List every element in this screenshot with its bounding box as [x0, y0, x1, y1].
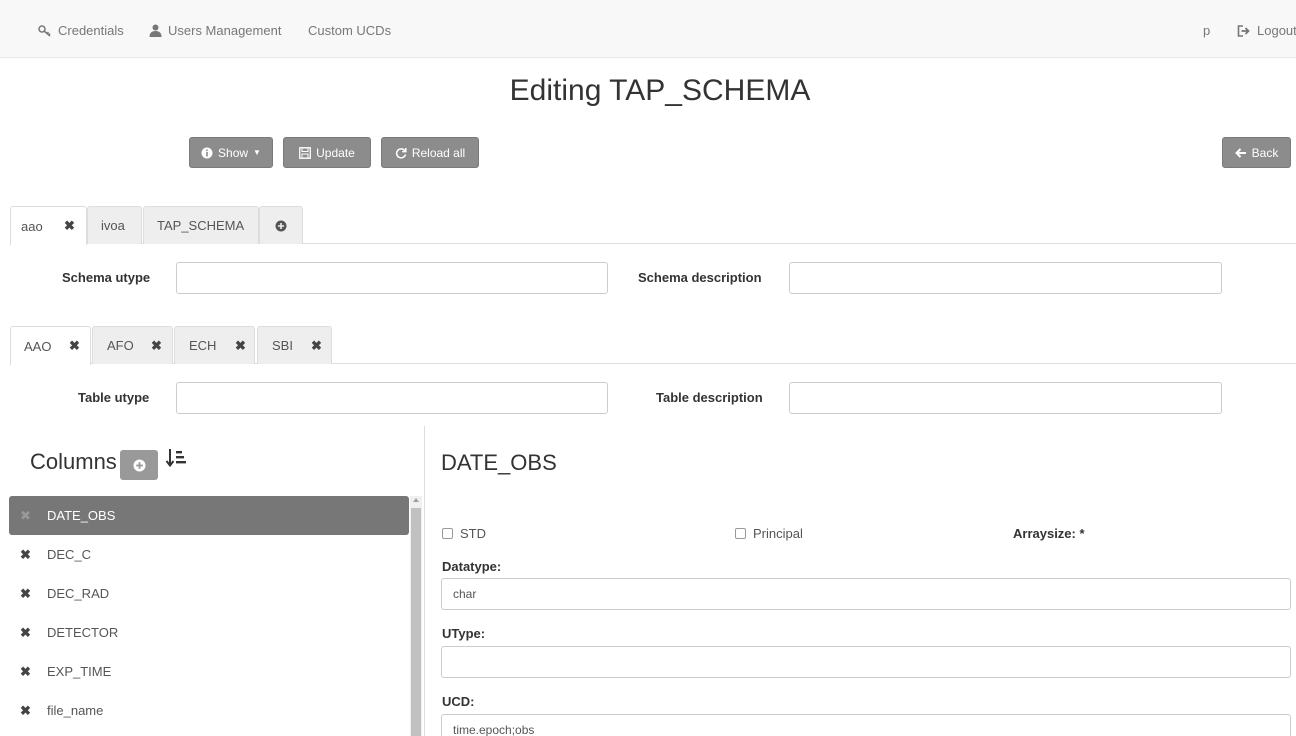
column-name: DEC_RAD — [47, 586, 110, 601]
scrollbar-thumb[interactable] — [411, 508, 421, 736]
panel-divider — [424, 426, 425, 736]
close-icon[interactable]: ✖ — [235, 338, 246, 354]
reload-all-button[interactable]: Reload all — [381, 137, 479, 168]
remove-icon[interactable]: ✖ — [20, 703, 31, 719]
column-name: DEC_C — [47, 547, 92, 562]
schema-description-label: Schema description — [638, 270, 762, 285]
list-item[interactable]: ✖ DEC_RAD — [9, 574, 409, 613]
close-icon[interactable]: ✖ — [311, 338, 322, 354]
tab-label: SBI — [272, 338, 293, 353]
table-description-input[interactable] — [789, 382, 1222, 414]
tab-label: TAP_SCHEMA — [157, 218, 245, 233]
logout-icon — [1237, 24, 1250, 37]
key-icon — [38, 24, 51, 37]
page-title: Editing TAP_SCHEMA — [509, 74, 811, 107]
column-name: DATE_OBS — [47, 508, 116, 523]
tab-table-afo[interactable]: AFO ✖ — [92, 326, 173, 364]
update-button[interactable]: Update — [283, 137, 371, 168]
nav-logout[interactable]: Logout — [1237, 23, 1296, 38]
schema-tabs: aao ✖ ivoa TAP_SCHEMA — [10, 206, 1296, 245]
checkbox-box[interactable] — [735, 528, 746, 539]
add-column-button[interactable] — [120, 450, 158, 480]
column-name: EXP_TIME — [47, 664, 112, 679]
schema-utype-input[interactable] — [176, 262, 608, 294]
reload-all-label: Reload all — [411, 145, 466, 160]
update-button-label: Update — [316, 145, 355, 160]
tab-label: ivoa — [101, 218, 125, 233]
nav-users-label: Users Management — [168, 23, 282, 38]
close-icon[interactable]: ✖ — [64, 218, 75, 234]
nav-credentials-label: Credentials — [58, 23, 124, 38]
datatype-input[interactable]: char — [441, 578, 1291, 610]
schema-utype-label: Schema utype — [62, 270, 151, 285]
tab-table-aao[interactable]: AAO ✖ — [10, 326, 91, 365]
logout-label: Logout — [1257, 23, 1296, 38]
remove-icon[interactable]: ✖ — [20, 586, 31, 602]
scroll-up-icon[interactable] — [413, 498, 419, 502]
show-button-label: Show — [218, 145, 249, 160]
plus-circle-icon — [133, 459, 145, 471]
close-icon[interactable]: ✖ — [69, 338, 80, 354]
nav-users-management[interactable]: Users Management — [149, 23, 281, 38]
add-schema-tab[interactable] — [259, 206, 303, 244]
sort-icon[interactable] — [165, 447, 187, 469]
utype-label: UType: — [442, 626, 486, 641]
plus-circle-icon — [275, 220, 287, 231]
nav-credentials[interactable]: Credentials — [38, 23, 124, 38]
tab-table-sbi[interactable]: SBI ✖ — [257, 326, 332, 364]
columns-heading: Columns — [30, 449, 117, 474]
tab-schema-tap-schema[interactable]: TAP_SCHEMA — [143, 206, 259, 244]
remove-icon[interactable]: ✖ — [20, 625, 31, 641]
ucd-input[interactable]: time.epoch;obs — [441, 714, 1291, 736]
ucd-label: UCD: — [442, 694, 475, 709]
datatype-label: Datatype: — [442, 559, 502, 574]
principal-label: Principal — [753, 526, 803, 541]
std-label: STD — [460, 526, 486, 541]
tab-label: AAO — [24, 338, 52, 354]
checkbox-box[interactable] — [442, 528, 453, 539]
close-icon[interactable]: ✖ — [151, 338, 162, 354]
back-button-label: Back — [1251, 145, 1279, 160]
remove-icon[interactable]: ✖ — [20, 508, 31, 524]
column-name: DETECTOR — [47, 625, 119, 640]
save-icon — [299, 146, 312, 159]
tab-label: aao — [21, 218, 43, 234]
schema-description-input[interactable] — [789, 262, 1222, 294]
refresh-icon — [395, 147, 407, 159]
user-icon — [149, 24, 162, 37]
tab-schema-aao[interactable]: aao ✖ — [10, 206, 87, 245]
tab-schema-ivoa[interactable]: ivoa — [87, 206, 142, 244]
back-button[interactable]: Back — [1222, 137, 1291, 168]
utype-input[interactable] — [441, 646, 1291, 678]
list-item[interactable]: ✖ EXP_TIME — [9, 652, 409, 691]
tab-label: AFO — [107, 338, 134, 353]
tab-table-ech[interactable]: ECH ✖ — [174, 326, 255, 364]
table-utype-input[interactable] — [176, 382, 608, 414]
column-detail-title: DATE_OBS — [441, 450, 557, 475]
list-item[interactable]: ✖ DEC_C — [9, 535, 409, 574]
table-utype-label: Table utype — [78, 390, 150, 405]
remove-icon[interactable]: ✖ — [20, 664, 31, 680]
top-navbar: Credentials Users Management Custom UCDs… — [0, 0, 1296, 58]
list-item[interactable]: ✖ DETECTOR — [9, 613, 409, 652]
table-description-label: Table description — [656, 390, 763, 405]
remove-icon[interactable]: ✖ — [20, 547, 31, 563]
show-dropdown-button[interactable]: Show ▼ — [189, 137, 273, 168]
arraysize-label: Arraysize: * — [1013, 526, 1085, 541]
list-item[interactable]: ✖ DATE_OBS — [9, 496, 409, 535]
list-item[interactable]: ✖ file_name — [9, 691, 409, 730]
current-user-label: p — [1203, 23, 1211, 38]
tab-label: ECH — [189, 338, 217, 353]
info-icon — [201, 147, 213, 158]
column-name: file_name — [47, 703, 104, 718]
arrow-left-icon — [1234, 147, 1246, 158]
principal-checkbox[interactable]: Principal — [735, 526, 803, 541]
nav-custom-ucds[interactable]: Custom UCDs — [308, 23, 391, 38]
columns-list: ✖ DATE_OBS ✖ DEC_C ✖ DEC_RAD ✖ DETECTOR … — [9, 496, 409, 730]
nav-custom-ucds-label: Custom UCDs — [308, 23, 392, 38]
table-tabs: AAO ✖ AFO ✖ ECH ✖ SBI ✖ — [10, 326, 1296, 365]
std-checkbox[interactable]: STD — [442, 526, 486, 541]
nav-current-user[interactable]: p — [1203, 23, 1210, 38]
caret-down-icon: ▼ — [253, 148, 261, 157]
